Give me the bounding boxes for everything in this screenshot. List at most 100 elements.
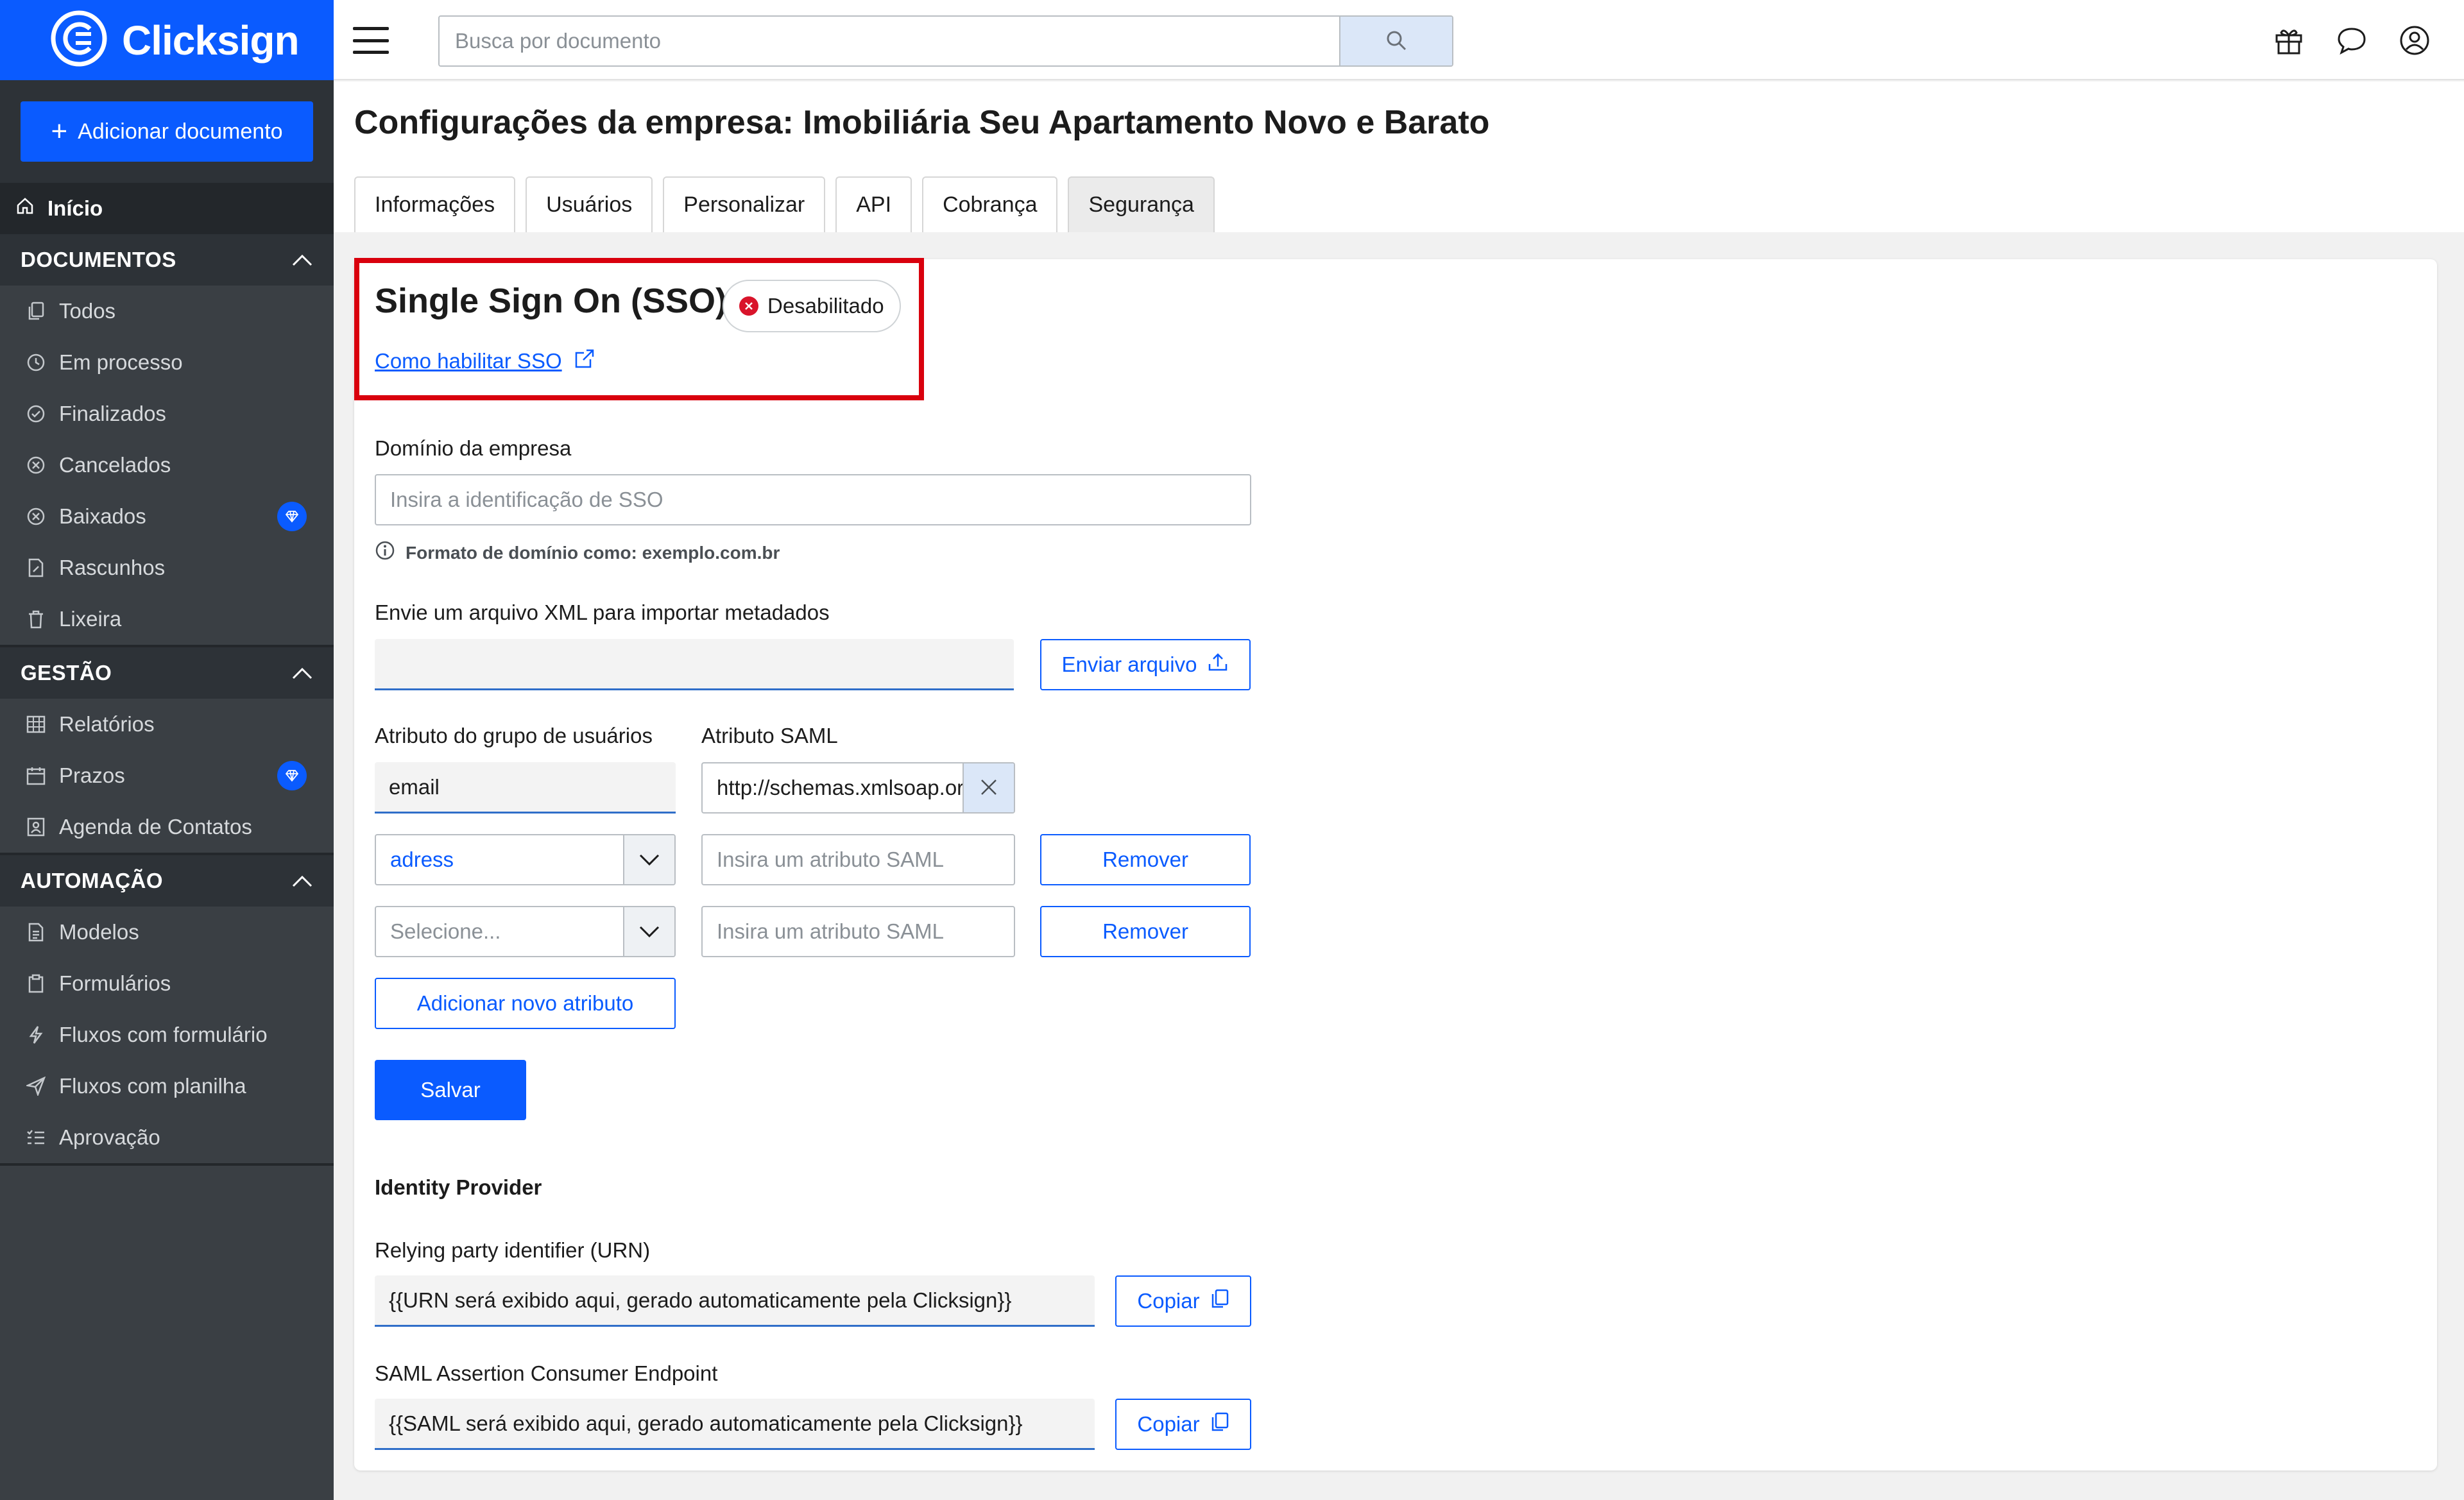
contact-icon bbox=[26, 817, 46, 837]
edit-doc-icon bbox=[26, 558, 46, 578]
add-document-label: Adicionar documento bbox=[78, 119, 283, 144]
search-icon bbox=[1385, 29, 1408, 54]
domain-input[interactable] bbox=[375, 474, 1251, 525]
tab-personalizar[interactable]: Personalizar bbox=[663, 176, 826, 232]
sidebar-item-rascunhos[interactable]: Rascunhos bbox=[0, 542, 334, 593]
copy-icon bbox=[1210, 1411, 1229, 1437]
chevron-up-icon bbox=[291, 248, 313, 272]
remove-attribute-button[interactable]: Remover bbox=[1040, 834, 1251, 885]
acs-label: SAML Assertion Consumer Endpoint bbox=[375, 1361, 718, 1385]
sidebar-item-baixados[interactable]: Baixados bbox=[0, 491, 334, 542]
sidebar: Clicksign + Adicionar documento Início D… bbox=[0, 0, 334, 1500]
copy-acs-button[interactable]: Copiar bbox=[1115, 1399, 1251, 1450]
button-label: Enviar arquivo bbox=[1061, 652, 1197, 676]
sidebar-item-prazos[interactable]: Prazos bbox=[0, 750, 334, 801]
user-account-icon[interactable] bbox=[2397, 23, 2432, 58]
add-attribute-button[interactable]: Adicionar novo atributo bbox=[375, 978, 676, 1029]
chevron-up-icon bbox=[291, 869, 313, 893]
upload-file-button[interactable]: Enviar arquivo bbox=[1040, 639, 1251, 690]
sidebar-item-agenda-contatos[interactable]: Agenda de Contatos bbox=[0, 801, 334, 853]
section-title: DOCUMENTOS bbox=[21, 248, 176, 271]
checklist-icon bbox=[26, 1127, 46, 1148]
select-placeholder: Selecione... bbox=[390, 919, 501, 943]
clear-button[interactable] bbox=[963, 763, 1014, 812]
settings-tabs: Informações Usuários Personalizar API Co… bbox=[354, 176, 1215, 232]
clicksign-logo-icon bbox=[50, 10, 108, 71]
section-title: AUTOMAÇÃO bbox=[21, 869, 164, 892]
sidebar-item-modelos[interactable]: Modelos bbox=[0, 907, 334, 958]
logo-text: Clicksign bbox=[122, 17, 300, 64]
urn-label: Relying party identifier (URN) bbox=[375, 1238, 651, 1262]
diamond-icon bbox=[277, 761, 307, 790]
domain-label: Domínio da empresa bbox=[375, 436, 572, 460]
document-icon bbox=[26, 922, 46, 942]
button-label: Copiar bbox=[1137, 1412, 1200, 1436]
tab-informacoes[interactable]: Informações bbox=[354, 176, 516, 232]
sidebar-item-todos[interactable]: Todos bbox=[0, 286, 334, 337]
chevron-up-icon bbox=[291, 661, 313, 685]
logo[interactable]: Clicksign bbox=[0, 0, 334, 80]
sidebar-item-fluxos-planilha[interactable]: Fluxos com planilha bbox=[0, 1061, 334, 1112]
sidebar-item-lixeira[interactable]: Lixeira bbox=[0, 593, 334, 645]
search-input[interactable] bbox=[440, 17, 1339, 65]
sidebar-item-label: Prazos bbox=[59, 763, 125, 787]
sidebar-item-finalizados[interactable]: Finalizados bbox=[0, 388, 334, 439]
tab-api[interactable]: API bbox=[835, 176, 912, 232]
section-automacao[interactable]: AUTOMAÇÃO bbox=[0, 855, 334, 907]
sidebar-item-aprovacao[interactable]: Aprovação bbox=[0, 1112, 334, 1163]
tab-seguranca[interactable]: Segurança bbox=[1068, 176, 1215, 232]
page-title: Configurações da empresa: Imobiliária Se… bbox=[354, 103, 1489, 142]
sidebar-item-formularios[interactable]: Formulários bbox=[0, 958, 334, 1009]
tab-usuarios[interactable]: Usuários bbox=[526, 176, 653, 232]
hint-text: Formato de domínio como: exemplo.com.br bbox=[406, 542, 780, 563]
sidebar-item-label: Modelos bbox=[59, 920, 139, 944]
saml-attribute-input[interactable] bbox=[701, 906, 1015, 957]
sidebar-item-label: Fluxos com formulário bbox=[59, 1023, 268, 1046]
clock-icon bbox=[26, 352, 46, 373]
copy-icon bbox=[26, 301, 46, 321]
sidebar-item-relatorios[interactable]: Relatórios bbox=[0, 699, 334, 750]
plus-icon: + bbox=[51, 115, 68, 147]
sidebar-item-label: Lixeira bbox=[59, 607, 122, 631]
tab-cobranca[interactable]: Cobrança bbox=[922, 176, 1058, 232]
sidebar-item-home[interactable]: Início bbox=[0, 183, 334, 234]
sidebar-item-label: Finalizados bbox=[59, 402, 166, 425]
gift-icon[interactable] bbox=[2272, 23, 2306, 58]
external-link-icon bbox=[574, 348, 595, 375]
sidebar-item-em-processo[interactable]: Em processo bbox=[0, 337, 334, 388]
sidebar-item-label: Fluxos com planilha bbox=[59, 1074, 246, 1098]
menu-icon[interactable] bbox=[353, 27, 389, 54]
chat-icon[interactable] bbox=[2334, 23, 2369, 58]
search-button[interactable] bbox=[1339, 17, 1452, 65]
section-gestao[interactable]: GESTÃO bbox=[0, 647, 334, 699]
sidebar-item-cancelados[interactable]: Cancelados bbox=[0, 439, 334, 491]
status-badge: Desabilitado bbox=[723, 280, 901, 332]
xml-label: Envie um arquivo XML para importar metad… bbox=[375, 601, 830, 624]
remove-attribute-button[interactable]: Remover bbox=[1040, 906, 1251, 957]
chevron-down-icon bbox=[623, 907, 674, 956]
x-circle-icon bbox=[26, 455, 46, 475]
page-header: Configurações da empresa: Imobiliária Se… bbox=[334, 81, 2464, 232]
xml-file-field[interactable] bbox=[375, 639, 1014, 690]
group-attribute-field[interactable]: email bbox=[375, 762, 676, 814]
section-title: GESTÃO bbox=[21, 661, 112, 685]
copy-urn-button[interactable]: Copiar bbox=[1115, 1275, 1251, 1327]
lightning-icon bbox=[26, 1025, 46, 1045]
save-button[interactable]: Salvar bbox=[375, 1060, 526, 1120]
sidebar-item-fluxos-formulario[interactable]: Fluxos com formulário bbox=[0, 1009, 334, 1061]
saml-attribute-input[interactable] bbox=[701, 834, 1015, 885]
upload-icon bbox=[1207, 651, 1229, 678]
copy-icon bbox=[1210, 1288, 1229, 1314]
group-attribute-select[interactable]: adress bbox=[375, 834, 676, 885]
page-title-prefix: Configurações da empresa: bbox=[354, 104, 794, 141]
button-label: Copiar bbox=[1137, 1289, 1200, 1313]
table-icon bbox=[26, 714, 46, 735]
search-bar bbox=[438, 15, 1453, 67]
how-to-enable-sso-link[interactable]: Como habilitar SSO bbox=[375, 348, 595, 375]
saml-attribute-value[interactable]: http://schemas.xmlsoap.org bbox=[703, 763, 963, 812]
group-attribute-label: Atributo do grupo de usuários bbox=[375, 724, 653, 747]
sidebar-item-label: Em processo bbox=[59, 350, 183, 374]
add-document-button[interactable]: + Adicionar documento bbox=[21, 101, 313, 162]
section-documentos[interactable]: DOCUMENTOS bbox=[0, 234, 334, 286]
group-attribute-select[interactable]: Selecione... bbox=[375, 906, 676, 957]
